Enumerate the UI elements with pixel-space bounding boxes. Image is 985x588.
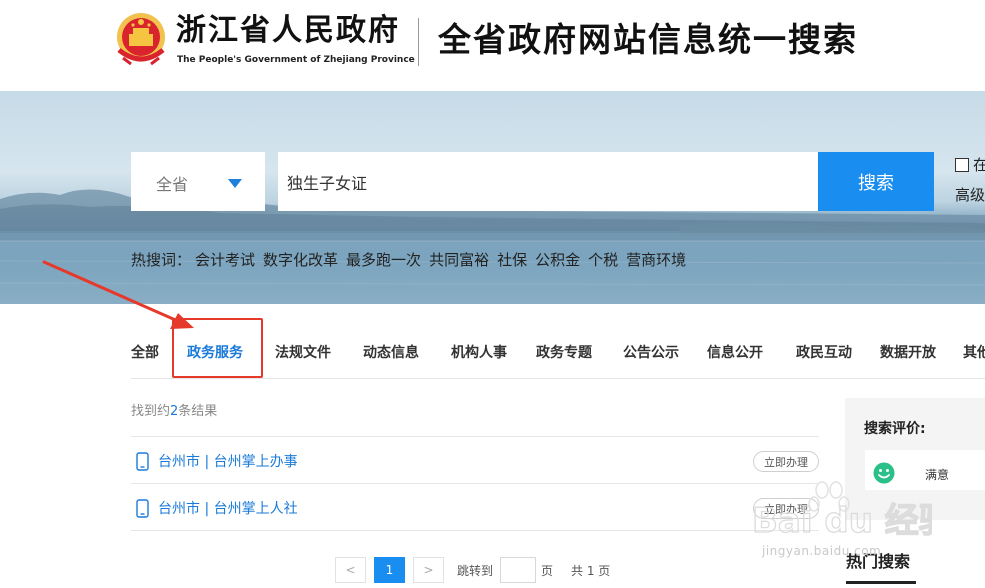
tab-news[interactable]: 动态信息	[363, 342, 419, 362]
tab-regulations[interactable]: 法规文件	[275, 342, 331, 362]
tab-all[interactable]: 全部	[131, 342, 159, 362]
scope-dropdown[interactable]: 全省	[131, 152, 265, 211]
national-emblem-icon	[117, 13, 165, 66]
results-divider	[131, 530, 819, 531]
annotation-highlight-box	[172, 318, 263, 378]
page: 浙江省人民政府 The People's Government of Zheji…	[0, 0, 985, 588]
result-title-link[interactable]: 台州市 | 台州掌上办事	[158, 451, 298, 471]
site-title: 全省政府网站信息统一搜索	[438, 20, 858, 59]
total-pages-label: 共 1 页	[571, 564, 611, 578]
result-count: 找到约2条结果	[131, 400, 217, 419]
rating-title: 搜索评价:	[864, 421, 926, 437]
tab-interaction[interactable]: 政民互动	[796, 342, 852, 362]
header-divider	[418, 18, 419, 66]
hot-keyword-link[interactable]: 社保	[497, 249, 527, 270]
result-count-suffix: 条结果	[178, 404, 218, 419]
hot-keywords: 热搜词： 会计考试 数字化改革 最多跑一次 共同富裕 社保 公积金 个税 营商环…	[131, 249, 694, 270]
mobile-phone-icon	[136, 499, 149, 518]
search-in-results-label: 在	[973, 156, 985, 174]
tab-announcements[interactable]: 公告公示	[623, 342, 679, 362]
search-input[interactable]	[278, 152, 819, 211]
tab-other[interactable]: 其他	[963, 342, 985, 362]
hot-keyword-link[interactable]: 个税	[588, 249, 618, 270]
hot-keyword-link[interactable]: 公积金	[535, 249, 580, 270]
hot-keyword-link[interactable]: 营商环境	[626, 249, 686, 270]
result-row: 台州市 | 台州掌上人社 立即办理	[131, 483, 819, 530]
result-row: 台州市 | 台州掌上办事 立即办理	[131, 436, 819, 483]
brand-subtitle: The People's Government of Zhejiang Prov…	[177, 55, 415, 65]
jump-page-input[interactable]	[500, 557, 536, 583]
hot-keyword-link[interactable]: 会计考试	[195, 249, 255, 270]
pagination: < 1 > 跳转到 页 共 1 页	[0, 557, 985, 585]
hot-keyword-link[interactable]: 数字化改革	[263, 249, 338, 270]
search-button[interactable]: 搜索	[818, 152, 934, 211]
search-in-results-option[interactable]: 在	[955, 154, 985, 175]
hot-keyword-link[interactable]: 最多跑一次	[346, 249, 421, 270]
tab-personnel[interactable]: 机构人事	[451, 342, 507, 362]
result-title-link[interactable]: 台州市 | 台州掌上人社	[158, 498, 298, 518]
page-unit-label: 页	[541, 564, 554, 578]
advanced-search-link[interactable]: 高级	[955, 184, 985, 205]
handle-now-button[interactable]: 立即办理	[753, 451, 819, 472]
hot-keywords-label: 热搜词：	[131, 251, 192, 269]
watermark-brand: Bai du 经验	[752, 501, 932, 541]
next-page-button[interactable]: >	[413, 557, 444, 583]
prev-page-button[interactable]: <	[335, 557, 366, 583]
chevron-down-icon	[228, 179, 242, 188]
tabs-divider	[131, 378, 985, 379]
hot-search-underline	[846, 581, 916, 584]
scope-dropdown-label: 全省	[156, 175, 189, 194]
jump-to-label: 跳转到	[457, 564, 494, 578]
baidu-jingyan-watermark: Bai du 经验	[752, 481, 932, 542]
result-count-prefix: 找到约	[131, 404, 171, 419]
brand-title: 浙江省人民政府	[176, 13, 400, 48]
tab-information-disclosure[interactable]: 信息公开	[707, 342, 763, 362]
hot-keyword-link[interactable]: 共同富裕	[429, 249, 489, 270]
mobile-phone-icon	[136, 452, 149, 471]
watermark-domain: jingyan.baidu.com	[762, 544, 882, 558]
tab-topics[interactable]: 政务专题	[536, 342, 592, 362]
search-in-results-checkbox[interactable]	[955, 157, 969, 172]
category-tabs: 全部 政务服务 法规文件 动态信息 机构人事 政务专题 公告公示 信息公开 政民…	[0, 330, 985, 376]
site-header: 浙江省人民政府 The People's Government of Zheji…	[0, 0, 985, 88]
tab-open-data[interactable]: 数据开放	[880, 342, 936, 362]
page-number-current[interactable]: 1	[374, 557, 405, 583]
